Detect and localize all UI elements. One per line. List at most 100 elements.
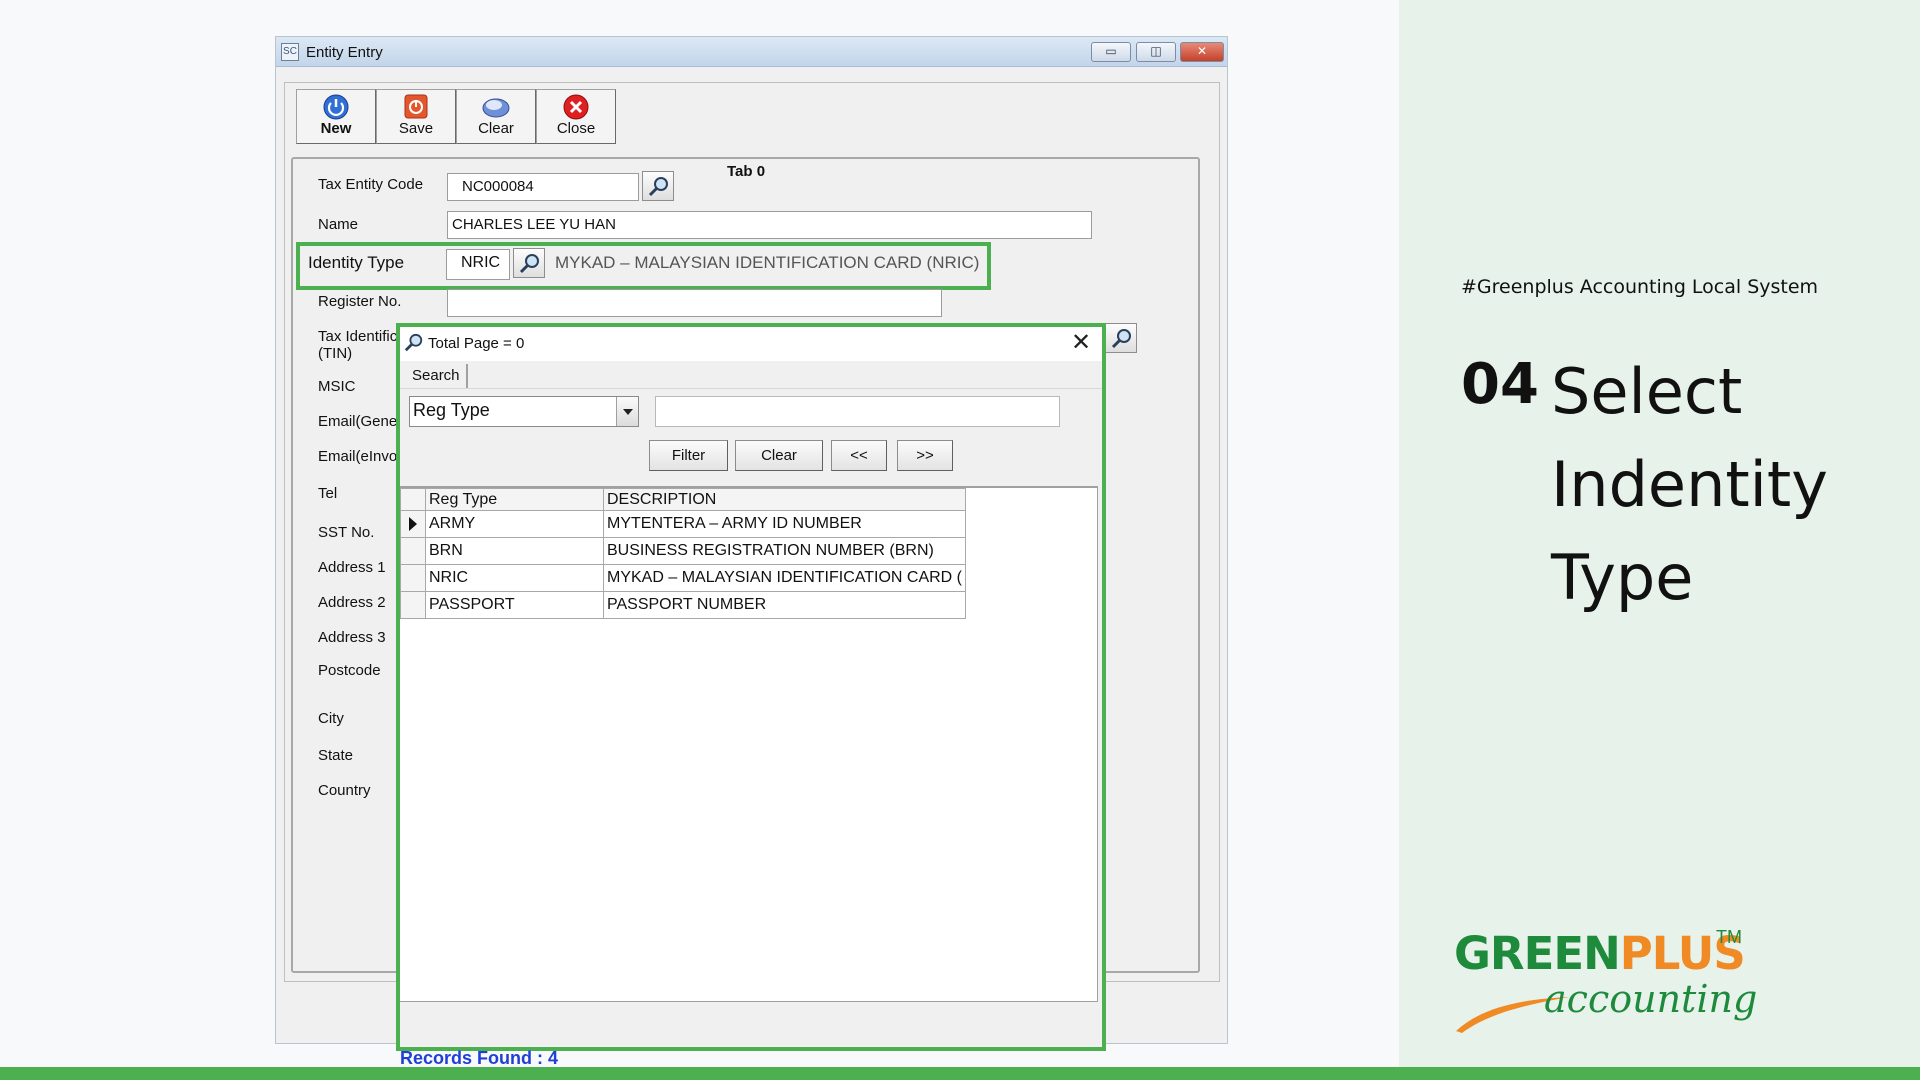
tax-entity-code-label: Tax Entity Code — [318, 176, 424, 193]
close-icon — [563, 94, 589, 120]
cell-description[interactable]: MYTENTERA – ARMY ID NUMBER — [602, 510, 967, 538]
identity-type-description: MYKAD – MALAYSIAN IDENTIFICATION CARD (N… — [555, 253, 980, 272]
cell-description[interactable]: BUSINESS REGISTRATION NUMBER (BRN) — [602, 537, 967, 565]
identity-type-lookup-button[interactable] — [513, 248, 545, 278]
address-1-label: Address 1 — [318, 559, 386, 576]
new-button-label: New — [320, 120, 352, 137]
results-grid-area: Reg Type DESCRIPTION ARMY MYTENTERA – AR… — [400, 486, 1098, 1002]
country-label: Country — [318, 782, 371, 799]
power-icon — [323, 94, 349, 120]
table-row[interactable]: NRIC MYKAD – MALAYSIAN IDENTIFICATION CA… — [400, 564, 967, 592]
search-icon — [404, 333, 423, 352]
dialog-body: Search Reg Type Filter Clear << >> Reg T… — [400, 361, 1102, 1068]
msic-label: MSIC — [318, 378, 356, 395]
postcode-label: Postcode — [318, 662, 381, 679]
greenplus-logo: GREENPLUS TM accounting — [1452, 927, 1757, 1037]
logo-accounting: accounting — [1544, 977, 1758, 1021]
name-field[interactable]: CHARLES LEE YU HAN — [447, 211, 1092, 239]
search-icon — [1111, 329, 1131, 349]
save-button[interactable]: Save — [376, 89, 456, 144]
save-button-label: Save — [398, 120, 434, 137]
window-title: Entity Entry — [306, 44, 383, 61]
table-row[interactable]: BRN BUSINESS REGISTRATION NUMBER (BRN) — [400, 537, 967, 565]
row-header-corner — [400, 488, 426, 511]
tin-lookup-button[interactable] — [1105, 323, 1137, 353]
sst-no-label: SST No. — [318, 524, 375, 541]
clear-button-label: Clear — [478, 120, 514, 137]
tin-label-line-2: (TIN) — [318, 345, 353, 362]
identity-type-lookup-dialog: Total Page = 0 ✕ Search Reg Type Filter … — [396, 323, 1106, 1068]
tax-entity-lookup-button[interactable] — [642, 171, 674, 201]
app-icon: SC — [281, 43, 299, 61]
step-title-line-1: Select — [1551, 355, 1743, 428]
row-selector[interactable] — [400, 591, 426, 619]
tax-entity-code-field[interactable]: NC000084 — [447, 173, 639, 201]
minimize-button[interactable]: ▭ — [1091, 42, 1131, 62]
cell-description[interactable]: PASSPORT NUMBER — [602, 591, 967, 619]
logo-tm: TM — [1716, 927, 1742, 947]
table-row[interactable]: ARMY MYTENTERA – ARMY ID NUMBER — [400, 510, 967, 538]
window-close-button[interactable]: ✕ — [1180, 42, 1224, 62]
guide-hashtag: #Greenplus Accounting Local System — [1461, 276, 1819, 298]
search-icon — [519, 254, 539, 274]
row-selector[interactable] — [400, 537, 426, 565]
tel-label: Tel — [318, 485, 338, 502]
dialog-close-button[interactable]: ✕ — [1068, 331, 1094, 357]
toolbar: New Save Clear Close — [296, 89, 616, 144]
email-einvoice-label: Email(eInvoi — [318, 448, 401, 465]
search-field-select[interactable]: Reg Type — [409, 396, 639, 427]
current-row-arrow-icon — [409, 516, 417, 531]
tab-caption: Tab 0 — [727, 163, 766, 180]
next-page-button[interactable]: >> — [897, 440, 953, 471]
city-label: City — [318, 710, 344, 727]
eraser-icon — [482, 98, 510, 118]
table-header-row: Reg Type DESCRIPTION — [400, 488, 967, 511]
dialog-title-bar[interactable]: Total Page = 0 ✕ — [400, 327, 1102, 361]
dialog-title: Total Page = 0 — [428, 335, 525, 352]
previous-page-button[interactable]: << — [831, 440, 887, 471]
cell-reg-type[interactable]: NRIC — [425, 564, 604, 592]
column-header-reg-type[interactable]: Reg Type — [425, 488, 604, 511]
column-header-description[interactable]: DESCRIPTION — [602, 488, 967, 511]
table-row[interactable]: PASSPORT PASSPORT NUMBER — [400, 591, 967, 619]
tab-search[interactable]: Search — [406, 364, 468, 388]
save-icon — [404, 94, 428, 119]
close-button-label: Close — [556, 120, 596, 137]
step-title-line-3: Type — [1551, 541, 1694, 614]
search-field-value: Reg Type — [413, 400, 490, 420]
new-button[interactable]: New — [296, 89, 376, 144]
chevron-down-icon[interactable] — [616, 397, 638, 426]
search-icon — [648, 177, 668, 197]
close-button[interactable]: Close — [536, 89, 616, 144]
step-title: Select Indentity Type — [1551, 345, 1871, 624]
logo-green: GREEN — [1454, 927, 1621, 980]
step-title-line-2: Indentity — [1551, 448, 1828, 521]
name-label: Name — [318, 216, 359, 233]
email-general-label: Email(Gener — [318, 413, 403, 430]
row-selector[interactable] — [400, 564, 426, 592]
cell-reg-type[interactable]: ARMY — [425, 510, 604, 538]
cell-reg-type[interactable]: PASSPORT — [425, 591, 604, 619]
register-no-label: Register No. — [318, 293, 402, 310]
step-number: 04 — [1461, 352, 1539, 417]
results-table: Reg Type DESCRIPTION ARMY MYTENTERA – AR… — [400, 488, 967, 619]
row-selector[interactable] — [400, 510, 426, 538]
clear-filter-button[interactable]: Clear — [735, 440, 823, 471]
clear-button[interactable]: Clear — [456, 89, 536, 144]
state-label: State — [318, 747, 354, 764]
filter-button[interactable]: Filter — [649, 440, 728, 471]
search-input[interactable] — [655, 396, 1060, 427]
register-no-field[interactable] — [447, 289, 942, 317]
maximize-button[interactable]: ◫ — [1136, 42, 1176, 62]
cell-description[interactable]: MYKAD – MALAYSIAN IDENTIFICATION CARD ( — [602, 564, 967, 592]
title-bar[interactable]: SC Entity Entry ▭ ◫ ✕ — [276, 37, 1227, 67]
address-2-label: Address 2 — [318, 594, 386, 611]
identity-type-field[interactable]: NRIC — [446, 249, 510, 280]
identity-type-label: Identity Type — [308, 253, 405, 272]
records-found-status: Records Found : 4 — [400, 1048, 559, 1068]
tin-label: Tax Identific — [318, 328, 398, 345]
address-3-label: Address 3 — [318, 629, 386, 646]
cell-reg-type[interactable]: BRN — [425, 537, 604, 565]
bottom-accent-bar — [0, 1067, 1920, 1080]
tab-divider — [400, 388, 1102, 389]
